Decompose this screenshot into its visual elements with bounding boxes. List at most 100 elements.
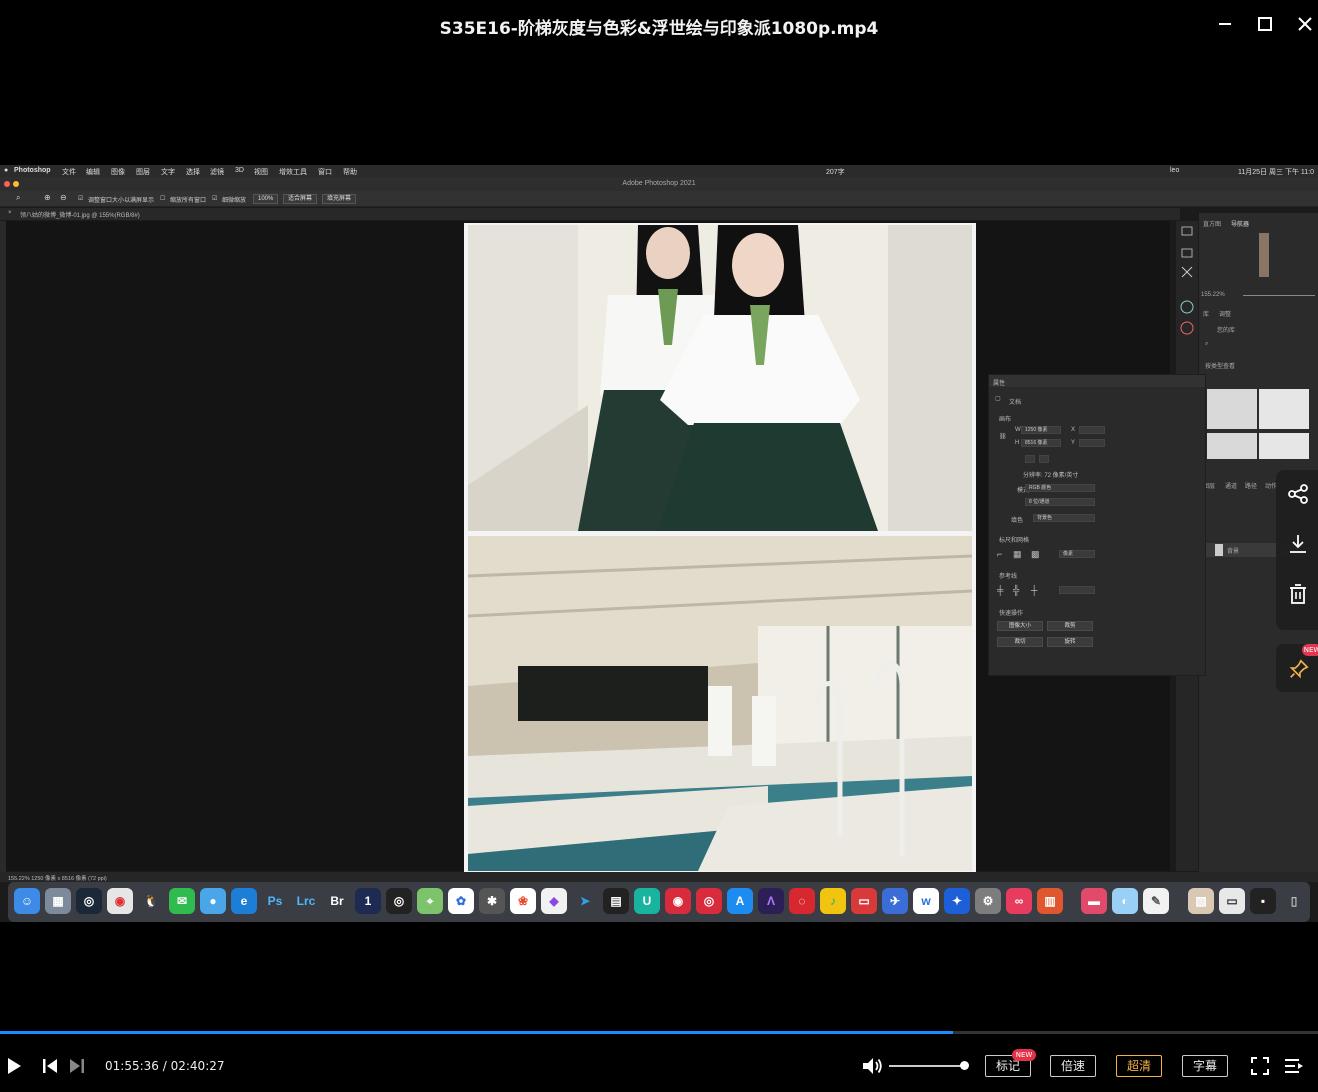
fill-screen-button[interactable]: 填充屏幕 [322,194,357,204]
speed-button[interactable]: 倍速 [1050,1055,1096,1077]
zoom-tool-icon[interactable]: ⌕ [16,193,20,203]
bridge-icon[interactable]: Br [324,888,350,914]
previous-button[interactable] [38,1054,62,1078]
trim-button[interactable]: 裁切 [997,637,1043,647]
copilot-icon[interactable]: ✦ [944,888,970,914]
width-field[interactable]: 1250 像素 [1021,426,1061,434]
guide-grid-icon[interactable]: ╬ [1013,585,1019,595]
rulers-section[interactable]: 标尺和网格 [999,535,1029,544]
vectorize-icon[interactable]: ◆ [541,888,567,914]
zoom-out-icon[interactable]: ⊖ [60,193,67,202]
height-field[interactable]: 8516 像素 [1021,439,1061,447]
checkbox-zoomall-icon[interactable]: ☐ [160,195,165,202]
image-size-button[interactable]: 图像大小 [997,621,1043,631]
subtitle-button[interactable]: 字幕 [1182,1055,1228,1077]
checkbox-resize-icon[interactable]: ☑ [78,195,83,202]
video-frame[interactable]: ● Photoshop 文件 编辑 图像 图层 文字 选择 滤镜 3D 视图 增… [0,165,1318,922]
x-field[interactable] [1079,426,1105,434]
pinwheel-icon[interactable]: ✱ [479,888,505,914]
crop-button[interactable]: 裁剪 [1047,621,1093,631]
wechat-icon[interactable]: ✉ [169,888,195,914]
cast-icon[interactable]: ◎ [696,888,722,914]
ruler-icon[interactable]: ⌐ [997,549,1002,559]
mode-select[interactable]: RGB 颜色 [1025,484,1095,492]
bird-icon[interactable]: ● [200,888,226,914]
navigator-zoom-slider[interactable] [1243,295,1315,296]
navigator-thumbnail[interactable] [1259,233,1269,277]
photoshop-icon[interactable]: Ps [262,888,288,914]
volume-button[interactable] [860,1054,884,1078]
grid-icon[interactable]: ▦ [1013,549,1022,560]
library-item[interactable] [1259,389,1309,429]
zoom-in-icon[interactable]: ⊕ [44,193,51,202]
onepassword-icon[interactable]: 1 [355,888,381,914]
palette-icon[interactable]: ◐ [1112,888,1138,914]
maps-icon[interactable]: ⌖ [417,888,443,914]
depth-select[interactable]: 8 位/通道 [1025,498,1095,506]
quality-button[interactable]: 超清 [1116,1055,1162,1077]
tab-histogram[interactable]: 直方图 [1203,219,1221,228]
monitor-icon[interactable]: ▭ [1219,888,1245,914]
qq-icon[interactable]: 🐧 [138,888,164,914]
final-cut-icon[interactable]: ▤ [603,888,629,914]
delete-button[interactable] [1286,582,1310,606]
system-prefs-icon[interactable]: ⚙ [975,888,1001,914]
portrait-icon[interactable] [1025,455,1035,463]
checkbox-scrubby-icon[interactable]: ☑ [212,195,217,202]
launchpad-icon[interactable]: ▦ [45,888,71,914]
link-icon[interactable]: ⛓ [999,433,1007,440]
app-store-icon[interactable]: A [727,888,753,914]
ruler-unit-select[interactable]: 像素 [1059,550,1095,558]
books-icon[interactable]: ▬ [1081,888,1107,914]
trash-icon[interactable]: ▯ [1281,888,1307,914]
lightroom-classic-icon[interactable]: Lrc [293,888,319,914]
landscape-icon[interactable] [1039,455,1049,463]
library-item[interactable] [1207,433,1257,459]
finder-icon[interactable]: ☺ [14,888,40,914]
baidu-icon[interactable]: ✿ [448,888,474,914]
wunderlist-icon[interactable]: w [913,888,939,914]
playlist-button[interactable] [1282,1054,1306,1078]
maximize-button[interactable] [1253,12,1277,36]
guides-section[interactable]: 参考线 [999,571,1017,580]
tab-adjust[interactable]: 调整 [1219,309,1231,318]
radio-icon[interactable]: ▭ [851,888,877,914]
close-button[interactable] [1293,12,1317,36]
tab-library[interactable]: 库 [1203,309,1209,318]
tab-navigator[interactable]: 导航器 [1231,219,1249,228]
rotate-button[interactable]: 旋转 [1047,637,1093,647]
zoom-100-button[interactable]: 100% [253,194,279,204]
upwork-icon[interactable]: U [634,888,660,914]
fullscreen-button[interactable] [1248,1054,1272,1078]
progress-bar[interactable] [0,1031,1318,1034]
feather-icon[interactable]: ✈ [882,888,908,914]
notes-icon[interactable]: ✎ [1143,888,1169,914]
search-icon[interactable]: ⌕ [1205,341,1208,348]
arrow-icon[interactable]: ➤ [572,888,598,914]
pad-icon[interactable]: ▪ [1250,888,1276,914]
volume-slider[interactable] [889,1065,965,1067]
steam-icon[interactable]: ◎ [76,888,102,914]
play-button[interactable] [2,1054,26,1078]
minimize-button[interactable] [1213,12,1237,36]
fit-screen-button[interactable]: 适合屏幕 [283,194,318,204]
affinity-icon[interactable]: Λ [758,888,784,914]
photos-icon[interactable]: ❀ [510,888,536,914]
guide-style-select[interactable] [1059,586,1095,594]
canvas-section[interactable]: 画布 [999,414,1011,423]
library-item[interactable] [1207,389,1257,429]
guide-icon[interactable]: ╪ [997,585,1003,595]
tab-close-icon[interactable]: × [8,210,12,216]
download-button[interactable] [1286,532,1310,556]
volume-knob[interactable] [960,1061,969,1070]
tab-paths[interactable]: 路径 [1245,481,1257,490]
qq-music-icon[interactable]: ♪ [820,888,846,914]
document-tab[interactable]: × 领八姑的微博_微博-01.jpg @ 155%(RGB/8#) [0,208,1180,220]
edge-icon[interactable]: e [231,888,257,914]
tab-channels[interactable]: 通道 [1225,481,1237,490]
chrome-icon[interactable]: ◉ [107,888,133,914]
quick-actions-section[interactable]: 快速操作 [999,608,1023,617]
pixel-grid-icon[interactable]: ▩ [1031,549,1040,560]
grid-app-icon[interactable]: ▥ [1037,888,1063,914]
fill-select[interactable]: 背景色 [1033,514,1095,522]
